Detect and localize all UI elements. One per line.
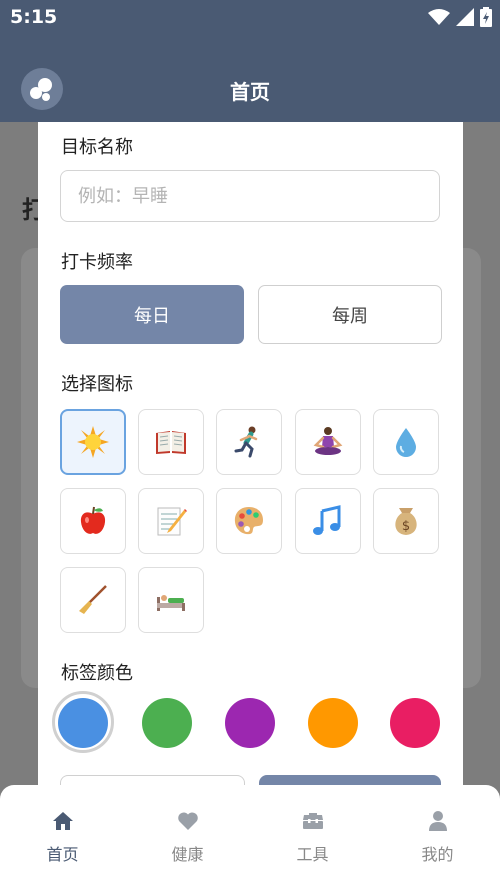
- toolbox-icon: [302, 813, 323, 829]
- color-swatch-green[interactable]: [142, 698, 192, 748]
- nav-item-tools[interactable]: 工具: [250, 809, 375, 865]
- person-icon: [428, 811, 447, 831]
- water-drop-icon: [396, 428, 416, 457]
- icon-option-palette[interactable]: [216, 488, 282, 554]
- icon-option-bed[interactable]: [138, 567, 204, 633]
- nav-label-profile: 我的: [421, 845, 454, 864]
- nav-label-home: 首页: [46, 845, 79, 864]
- bottom-nav: 首页 健康 工具 我的: [0, 785, 500, 889]
- heart-icon: [177, 812, 198, 830]
- frequency-label: 打卡频率: [61, 252, 133, 273]
- name-label: 目标名称: [61, 137, 133, 158]
- add-goal-sheet: 目标名称 打卡频率 每日 每周 选择图标: [38, 122, 463, 842]
- apple-icon: [80, 506, 106, 534]
- color-swatch-pink[interactable]: [390, 698, 440, 748]
- home-icon: [52, 812, 73, 830]
- nav-label-tools: 工具: [296, 845, 329, 864]
- palette-icon: [234, 507, 263, 535]
- color-swatch-purple[interactable]: [225, 698, 275, 748]
- nav-label-health: 健康: [171, 845, 204, 864]
- page-title: 首页: [230, 80, 270, 104]
- icon-option-water[interactable]: [373, 409, 439, 475]
- music-note-icon: [313, 505, 341, 535]
- bed-icon: [157, 595, 185, 611]
- icon-option-apple[interactable]: [60, 488, 126, 554]
- status-time: 5:15: [10, 6, 58, 28]
- color-label: 标签颜色: [61, 663, 133, 684]
- signal-icon: [456, 8, 474, 26]
- broom-icon: [79, 585, 107, 614]
- color-swatch-orange[interactable]: [308, 698, 358, 748]
- runner-icon: [234, 426, 258, 458]
- icon-option-runner[interactable]: [216, 409, 282, 475]
- goal-name-input[interactable]: [60, 170, 440, 222]
- icon-option-money[interactable]: $: [373, 488, 439, 554]
- sun-icon: [77, 426, 109, 458]
- status-bar: 5:15: [0, 0, 500, 34]
- color-swatch-blue[interactable]: [58, 698, 108, 748]
- money-bag-icon: $: [395, 508, 417, 535]
- book-icon: [156, 431, 186, 454]
- frequency-daily-button[interactable]: 每日: [60, 285, 244, 344]
- frequency-weekly-button[interactable]: 每周: [258, 285, 442, 344]
- wifi-icon: [428, 9, 450, 25]
- meditation-icon: [313, 427, 343, 455]
- icon-option-meditation[interactable]: [295, 409, 361, 475]
- app-bar: 首页: [0, 34, 500, 122]
- battery-icon: [480, 7, 492, 27]
- memo-icon: [157, 507, 187, 536]
- svg-text:$: $: [402, 519, 410, 534]
- nav-item-health[interactable]: 健康: [125, 809, 250, 865]
- icon-option-sun[interactable]: [60, 409, 126, 475]
- status-icons: [428, 6, 492, 28]
- icon-option-memo[interactable]: [138, 488, 204, 554]
- icon-option-music[interactable]: [295, 488, 361, 554]
- nav-item-home[interactable]: 首页: [0, 809, 125, 865]
- icon-label: 选择图标: [61, 374, 133, 395]
- nav-item-profile[interactable]: 我的: [375, 809, 500, 865]
- icon-option-broom[interactable]: [60, 567, 126, 633]
- icon-option-book[interactable]: [138, 409, 204, 475]
